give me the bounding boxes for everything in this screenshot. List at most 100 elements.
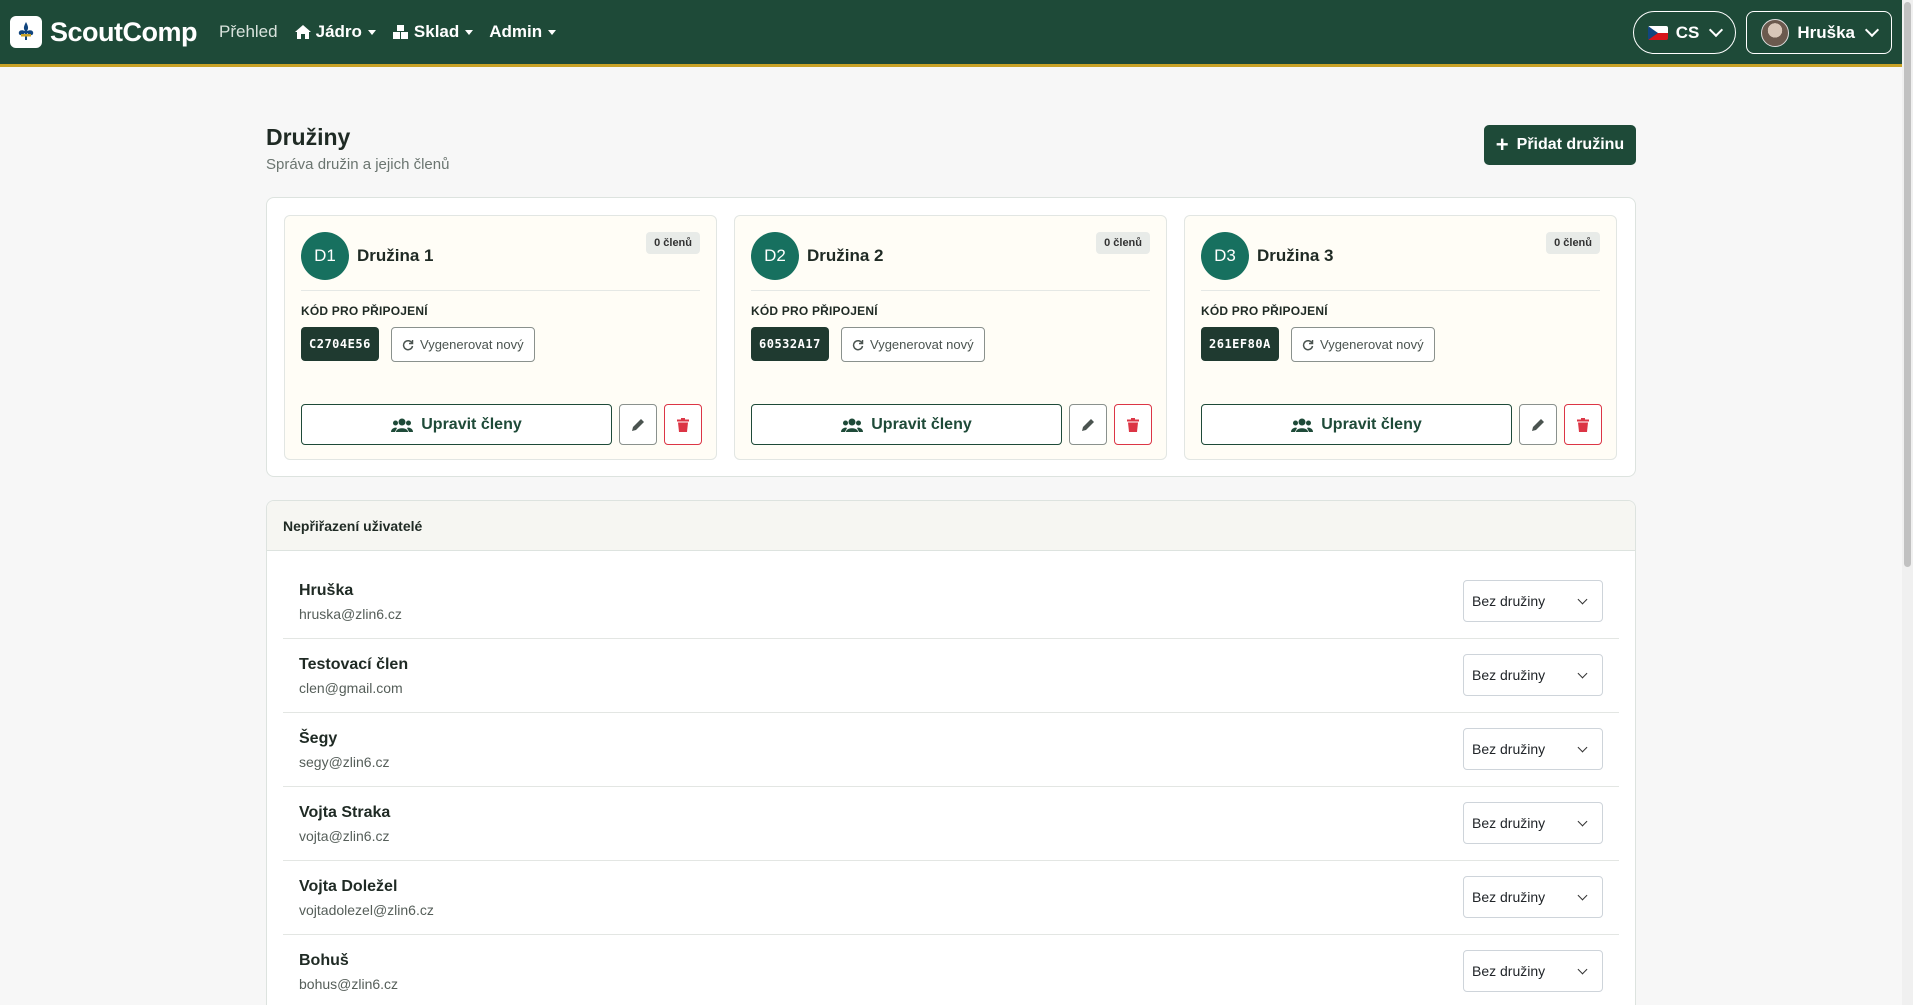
user-email: bohus@zlin6.cz [299, 976, 399, 992]
group-name: Družina 1 [357, 246, 434, 265]
regenerate-label: Vygenerovat nový [870, 337, 974, 352]
page-subtitle: Správa družin a jejich členů [266, 156, 450, 173]
users-icon [1291, 418, 1314, 432]
user-email: vojtadolezel@zlin6.cz [299, 902, 434, 918]
group-select[interactable]: Bez družiny [1463, 876, 1603, 918]
join-code-label: KÓD PRO PŘIPOJENÍ [301, 304, 428, 318]
delete-group-button[interactable] [1114, 404, 1152, 445]
list-item: Hruška hruska@zlin6.cz Bez družiny [283, 565, 1619, 639]
divider [751, 290, 1150, 291]
group-select-value: Bez družiny [1472, 963, 1546, 979]
chevron-down-icon [1709, 22, 1724, 38]
language-label: CS [1675, 22, 1700, 42]
join-code: 261EF80A [1201, 327, 1279, 361]
add-group-label: Přidat družinu [1516, 136, 1625, 153]
pencil-icon [1532, 418, 1544, 431]
group-select[interactable]: Bez družiny [1463, 654, 1603, 696]
group-select-value: Bez družiny [1472, 593, 1546, 609]
group-avatar: D1 [301, 232, 349, 280]
delete-group-button[interactable] [664, 404, 702, 445]
chevron-down-icon [1577, 890, 1588, 901]
user-name: Hruška [299, 582, 354, 599]
members-count-badge: 0 členů [1096, 232, 1150, 254]
users-icon [841, 418, 864, 432]
join-code: 60532A17 [751, 327, 829, 361]
edit-group-button[interactable] [1069, 404, 1107, 445]
plus-icon: + [1495, 132, 1509, 157]
refresh-icon [1302, 339, 1314, 350]
user-name: Vojta Doležel [299, 878, 398, 895]
group-card: D1 Družina 1 0 členů KÓD PRO PŘIPOJENÍ C… [284, 215, 717, 460]
nav-item-label: Admin [489, 22, 543, 41]
page-scrollbar[interactable] [1902, 0, 1913, 1005]
divider [301, 290, 700, 291]
refresh-icon [852, 339, 864, 350]
user-name: Hruška [1797, 22, 1855, 42]
regenerate-code-button[interactable]: Vygenerovat nový [391, 327, 535, 362]
list-item: Vojta Straka vojta@zlin6.cz Bez družiny [283, 787, 1619, 861]
add-group-button[interactable]: + Přidat družinu [1484, 125, 1636, 165]
user-name: Vojta Straka [299, 804, 391, 821]
pencil-icon [632, 418, 644, 431]
edit-members-label: Upravit členy [1321, 415, 1422, 433]
edit-group-button[interactable] [1519, 404, 1557, 445]
nav-item-jadro[interactable]: Jádro [294, 22, 376, 42]
regenerate-label: Vygenerovat nový [1320, 337, 1424, 352]
boxes-icon [392, 25, 408, 39]
czech-flag-icon [1647, 25, 1668, 40]
language-dropdown[interactable]: CS [1632, 11, 1737, 54]
chevron-down-icon [1577, 668, 1588, 679]
group-name: Družina 2 [807, 246, 884, 265]
list-item: Šegy segy@zlin6.cz Bez družiny [283, 713, 1619, 787]
brand-link[interactable]: ScoutComp [10, 16, 198, 48]
groups-container: D1 Družina 1 0 členů KÓD PRO PŘIPOJENÍ C… [266, 197, 1636, 477]
scrollbar-thumb[interactable] [1904, 2, 1911, 567]
group-name: Družina 3 [1257, 246, 1334, 265]
join-code: C2704E56 [301, 327, 379, 361]
home-icon [294, 25, 311, 39]
edit-members-button[interactable]: Upravit členy [301, 404, 612, 445]
top-navbar: ScoutComp Přehled Jádro Sklad Admin CS H… [0, 0, 1902, 67]
nav-item-admin[interactable]: Admin [489, 22, 557, 42]
edit-members-button[interactable]: Upravit členy [751, 404, 1062, 445]
edit-members-label: Upravit členy [871, 415, 972, 433]
nav-item-label: Přehled [219, 22, 278, 41]
user-name: Testovací člen [299, 656, 409, 673]
edit-members-label: Upravit členy [421, 415, 522, 433]
group-select[interactable]: Bez družiny [1463, 802, 1603, 844]
nav-item-label: Jádro [315, 22, 362, 41]
group-avatar: D3 [1201, 232, 1249, 280]
group-card: D2 Družina 2 0 členů KÓD PRO PŘIPOJENÍ 6… [734, 215, 1167, 460]
fleur-de-lis-logo-icon [10, 16, 42, 48]
group-select-value: Bez družiny [1472, 741, 1546, 757]
chevron-down-icon [1577, 742, 1588, 753]
user-dropdown[interactable]: Hruška [1746, 11, 1892, 54]
refresh-icon [402, 339, 414, 350]
user-email: clen@gmail.com [299, 680, 403, 696]
chevron-down-icon [1864, 22, 1880, 38]
panel-title: Nepřiřazení uživatelé [283, 517, 423, 534]
group-select[interactable]: Bez družiny [1463, 950, 1603, 992]
join-code-label: KÓD PRO PŘIPOJENÍ [751, 304, 878, 318]
user-email: hruska@zlin6.cz [299, 606, 402, 622]
pencil-icon [1082, 418, 1094, 431]
caret-down-icon [465, 29, 474, 35]
page-title: Družiny [266, 124, 351, 150]
user-name: Bohuš [299, 952, 349, 969]
group-select[interactable]: Bez družiny [1463, 728, 1603, 770]
regenerate-code-button[interactable]: Vygenerovat nový [841, 327, 985, 362]
nav-item-prehled[interactable]: Přehled [219, 22, 278, 42]
user-name: Šegy [299, 730, 338, 747]
edit-group-button[interactable] [619, 404, 657, 445]
nav-item-sklad[interactable]: Sklad [392, 22, 474, 42]
delete-group-button[interactable] [1564, 404, 1602, 445]
trash-icon [677, 417, 689, 432]
edit-members-button[interactable]: Upravit členy [1201, 404, 1512, 445]
users-icon [391, 418, 414, 432]
members-count-badge: 0 členů [646, 232, 700, 254]
group-select[interactable]: Bez družiny [1463, 580, 1603, 622]
regenerate-code-button[interactable]: Vygenerovat nový [1291, 327, 1435, 362]
chevron-down-icon [1577, 816, 1588, 827]
nav-item-label: Sklad [413, 22, 460, 41]
trash-icon [1127, 417, 1139, 432]
